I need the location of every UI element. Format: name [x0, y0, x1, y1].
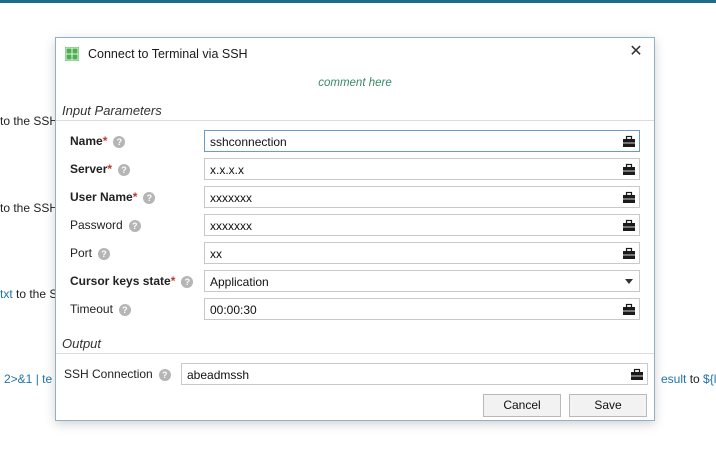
- password-input[interactable]: xxxxxxx: [204, 214, 640, 236]
- output-header: Output: [62, 336, 102, 351]
- input-parameters-header: Input Parameters: [62, 103, 162, 118]
- help-icon[interactable]: ?: [118, 164, 131, 176]
- field-name-label: Name*?: [70, 134, 126, 148]
- app-top-bar: [0, 0, 716, 3]
- bg-text-line-3: txt to the S: [0, 287, 58, 301]
- briefcase-icon[interactable]: [622, 135, 636, 148]
- username-input[interactable]: xxxxxxx: [204, 186, 640, 208]
- cancel-button[interactable]: Cancel: [483, 394, 561, 417]
- chevron-down-icon[interactable]: [625, 279, 633, 284]
- save-button[interactable]: Save: [569, 394, 647, 417]
- help-icon[interactable]: ?: [158, 369, 171, 381]
- field-ssh-connection-label: SSH Connection?: [64, 367, 171, 381]
- ssh-connect-dialog: Connect to Terminal via SSH ✕ comment he…: [55, 37, 655, 421]
- close-icon: ✕: [629, 43, 643, 60]
- field-cursor-keys-row: Cursor keys state*? Application: [56, 270, 654, 292]
- timeout-input[interactable]: 00:00:30: [204, 298, 640, 320]
- help-icon[interactable]: ?: [98, 248, 111, 260]
- bg-text-snippet-right: esult to ${lsn: [661, 372, 716, 386]
- field-port-label: Port?: [70, 246, 111, 260]
- dialog-title: Connect to Terminal via SSH: [88, 47, 248, 61]
- close-button[interactable]: ✕: [628, 43, 644, 61]
- name-input[interactable]: sshconnection: [204, 130, 640, 152]
- help-icon[interactable]: ?: [118, 304, 131, 316]
- comment-text[interactable]: comment here: [56, 77, 654, 89]
- field-timeout-label: Timeout?: [70, 302, 131, 316]
- port-input[interactable]: xx: [204, 242, 640, 264]
- field-username-label: User Name*?: [70, 190, 156, 204]
- field-cursor-keys-label: Cursor keys state*?: [70, 274, 194, 288]
- field-server-row: Server*? x.x.x.x: [56, 158, 654, 180]
- help-icon[interactable]: ?: [128, 220, 141, 232]
- field-port-row: Port? xx: [56, 242, 654, 264]
- section-divider: [56, 120, 654, 121]
- dialog-title-bar: Connect to Terminal via SSH ✕: [56, 38, 654, 70]
- briefcase-icon[interactable]: [622, 191, 636, 204]
- ssh-connection-output[interactable]: abeadmssh: [181, 363, 648, 385]
- server-input[interactable]: x.x.x.x: [204, 158, 640, 180]
- help-icon[interactable]: ?: [113, 136, 126, 148]
- briefcase-icon[interactable]: [622, 163, 636, 176]
- section-divider: [56, 353, 654, 354]
- bg-text-line-1: to the SSH: [0, 114, 59, 128]
- briefcase-icon[interactable]: [622, 303, 636, 316]
- field-username-row: User Name*? xxxxxxx: [56, 186, 654, 208]
- help-icon[interactable]: ?: [143, 192, 156, 204]
- field-password-label: Password?: [70, 218, 141, 232]
- briefcase-icon[interactable]: [630, 368, 644, 381]
- briefcase-icon[interactable]: [622, 219, 636, 232]
- briefcase-icon[interactable]: [622, 247, 636, 260]
- field-timeout-row: Timeout? 00:00:30: [56, 298, 654, 320]
- help-icon[interactable]: ?: [181, 276, 194, 288]
- bg-text-line-2: to the SSH: [0, 201, 59, 215]
- terminal-grid-icon: [65, 47, 79, 61]
- bg-text-line-4: 2>&1 | te: [4, 372, 53, 386]
- cursor-keys-select[interactable]: Application: [204, 270, 640, 292]
- field-name-row: Name*? sshconnection: [56, 130, 654, 152]
- field-server-label: Server*?: [70, 162, 131, 176]
- field-ssh-connection-row: SSH Connection? abeadmssh: [56, 363, 654, 385]
- field-password-row: Password? xxxxxxx: [56, 214, 654, 236]
